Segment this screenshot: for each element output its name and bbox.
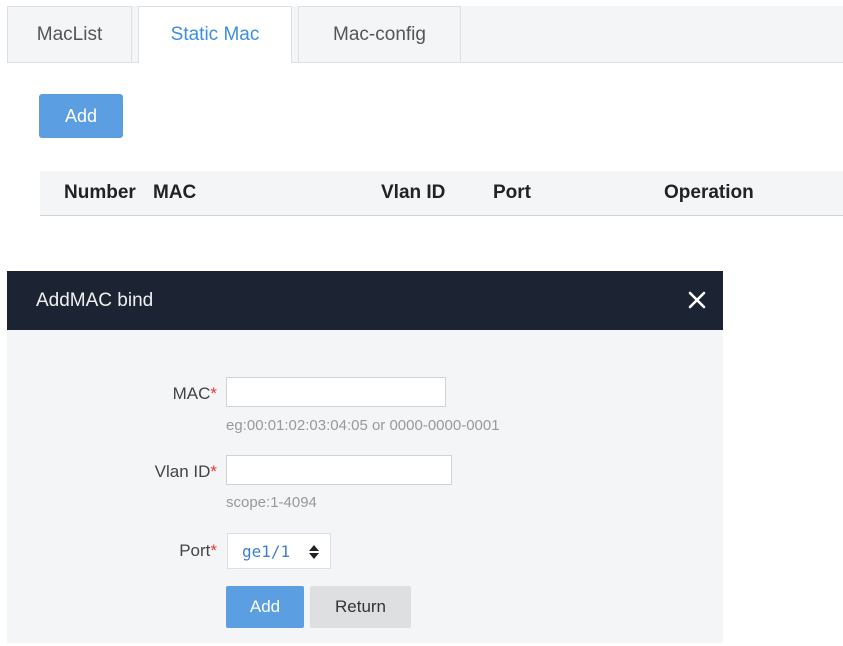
dialog-add-button[interactable]: Add — [226, 586, 304, 628]
column-header-vlan-id: Vlan ID — [381, 182, 446, 203]
port-label-text: Port — [179, 541, 211, 560]
mac-hint: eg:00:01:02:03:04:05 or 0000-0000-0001 — [226, 417, 500, 434]
table-header: Number MAC Vlan ID Port Operation — [40, 171, 843, 216]
port-label: Port* — [67, 541, 217, 561]
close-icon[interactable] — [685, 288, 709, 312]
column-header-mac: MAC — [153, 182, 197, 203]
static-mac-panel: MacList Static Mac Mac-config Add Number… — [7, 6, 843, 248]
add-button[interactable]: Add — [39, 94, 123, 138]
tab-bar: MacList Static Mac Mac-config — [7, 6, 843, 63]
mac-label-text: MAC — [172, 384, 211, 403]
vlan-id-hint: scope:1-4094 — [226, 494, 317, 511]
vlan-id-input[interactable] — [226, 455, 452, 485]
add-mac-bind-dialog: AddMAC bind MAC* eg:00:01:02:03:04:05 or… — [7, 271, 723, 643]
required-mark: * — [210, 462, 217, 481]
mac-label: MAC* — [67, 384, 217, 404]
required-mark: * — [210, 384, 217, 403]
tab-maclist[interactable]: MacList — [7, 6, 132, 62]
vlan-id-label-text: Vlan ID — [154, 462, 211, 481]
sort-arrows-icon — [308, 544, 320, 560]
tab-static-mac[interactable]: Static Mac — [138, 6, 292, 63]
dialog-title: AddMAC bind — [36, 290, 154, 311]
port-select[interactable]: ge1/1 — [227, 533, 331, 569]
dialog-header: AddMAC bind — [7, 271, 723, 330]
mac-input[interactable] — [226, 377, 446, 407]
tab-mac-config[interactable]: Mac-config — [298, 6, 461, 62]
column-header-port: Port — [493, 182, 531, 203]
port-select-value: ge1/1 — [242, 542, 291, 561]
required-mark: * — [210, 541, 217, 560]
vlan-id-label: Vlan ID* — [67, 462, 217, 482]
return-button[interactable]: Return — [310, 586, 411, 628]
column-header-number: Number — [64, 182, 136, 203]
column-header-operation: Operation — [664, 182, 754, 203]
